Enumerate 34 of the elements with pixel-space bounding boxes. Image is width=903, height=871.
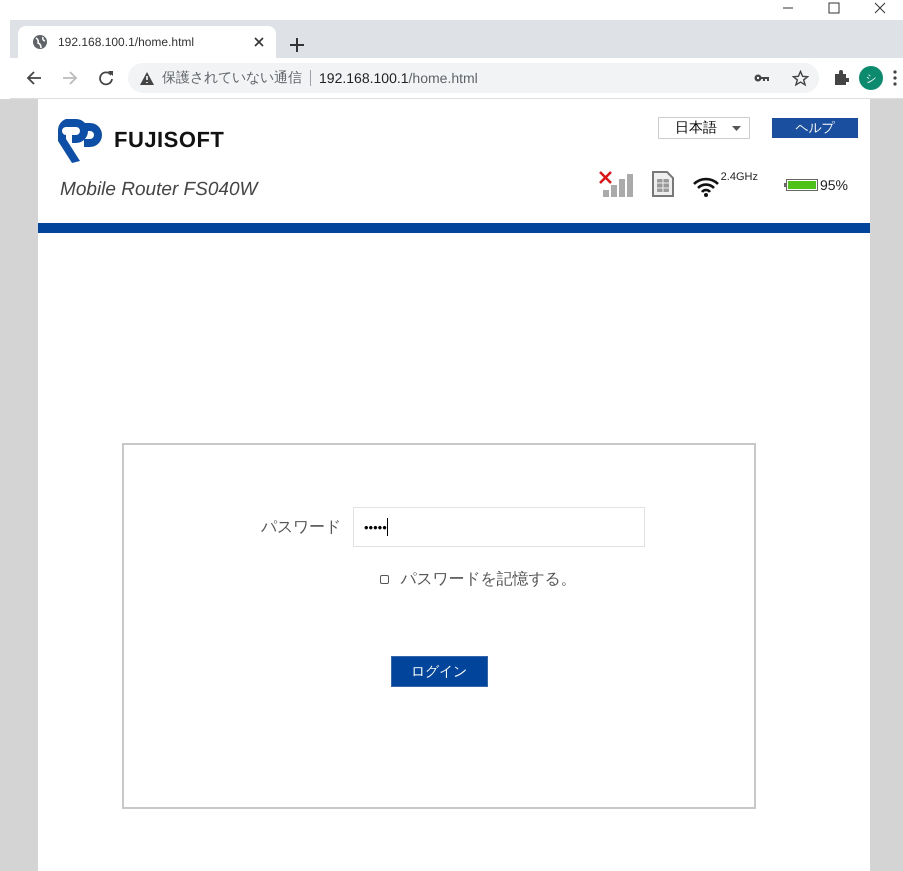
caret-icon bbox=[732, 126, 741, 130]
menu-icon[interactable] bbox=[893, 70, 897, 86]
star-icon[interactable] bbox=[792, 70, 809, 86]
new-tab-icon[interactable] bbox=[290, 38, 304, 52]
warning-icon bbox=[140, 72, 154, 84]
password-field[interactable]: ••••• bbox=[353, 507, 645, 547]
reload-icon[interactable] bbox=[98, 70, 114, 86]
language-select[interactable]: 日本語 bbox=[658, 117, 750, 139]
login-button[interactable]: ログイン bbox=[390, 656, 488, 687]
battery-icon bbox=[784, 179, 818, 191]
model-name: Mobile Router FS040W bbox=[60, 179, 258, 201]
wifi-band-label: 2.4GHz bbox=[720, 171, 758, 183]
remember-label: パスワードを記憶する。 bbox=[400, 570, 576, 590]
address-bar[interactable]: 保護されていない通信 192.168.100.1/home.html bbox=[128, 63, 819, 93]
key-icon[interactable] bbox=[754, 73, 770, 83]
close-icon[interactable] bbox=[254, 37, 264, 47]
back-icon[interactable] bbox=[26, 70, 42, 86]
puzzle-icon[interactable] bbox=[833, 70, 849, 86]
tab-title: 192.168.100.1/home.html bbox=[58, 35, 196, 49]
no-signal-icon bbox=[598, 171, 633, 197]
security-label: 保護されていない通信 bbox=[162, 69, 302, 87]
wifi-icon bbox=[692, 177, 719, 197]
profile-avatar[interactable]: シ bbox=[859, 66, 883, 90]
maximize-icon[interactable] bbox=[828, 2, 840, 14]
password-label: パスワード bbox=[261, 518, 341, 538]
brand-name: FUJISOFT bbox=[114, 127, 224, 153]
help-button[interactable]: ヘルプ bbox=[772, 118, 858, 138]
remember-checkbox[interactable] bbox=[380, 575, 388, 584]
battery-percentage: 95% bbox=[820, 177, 848, 193]
url-text: 192.168.100.1/home.html bbox=[319, 70, 479, 86]
browser-tab[interactable]: 192.168.100.1/home.html bbox=[18, 26, 276, 58]
globe-icon bbox=[32, 34, 48, 50]
sim-card-icon bbox=[650, 171, 675, 197]
close-icon[interactable] bbox=[874, 2, 886, 14]
